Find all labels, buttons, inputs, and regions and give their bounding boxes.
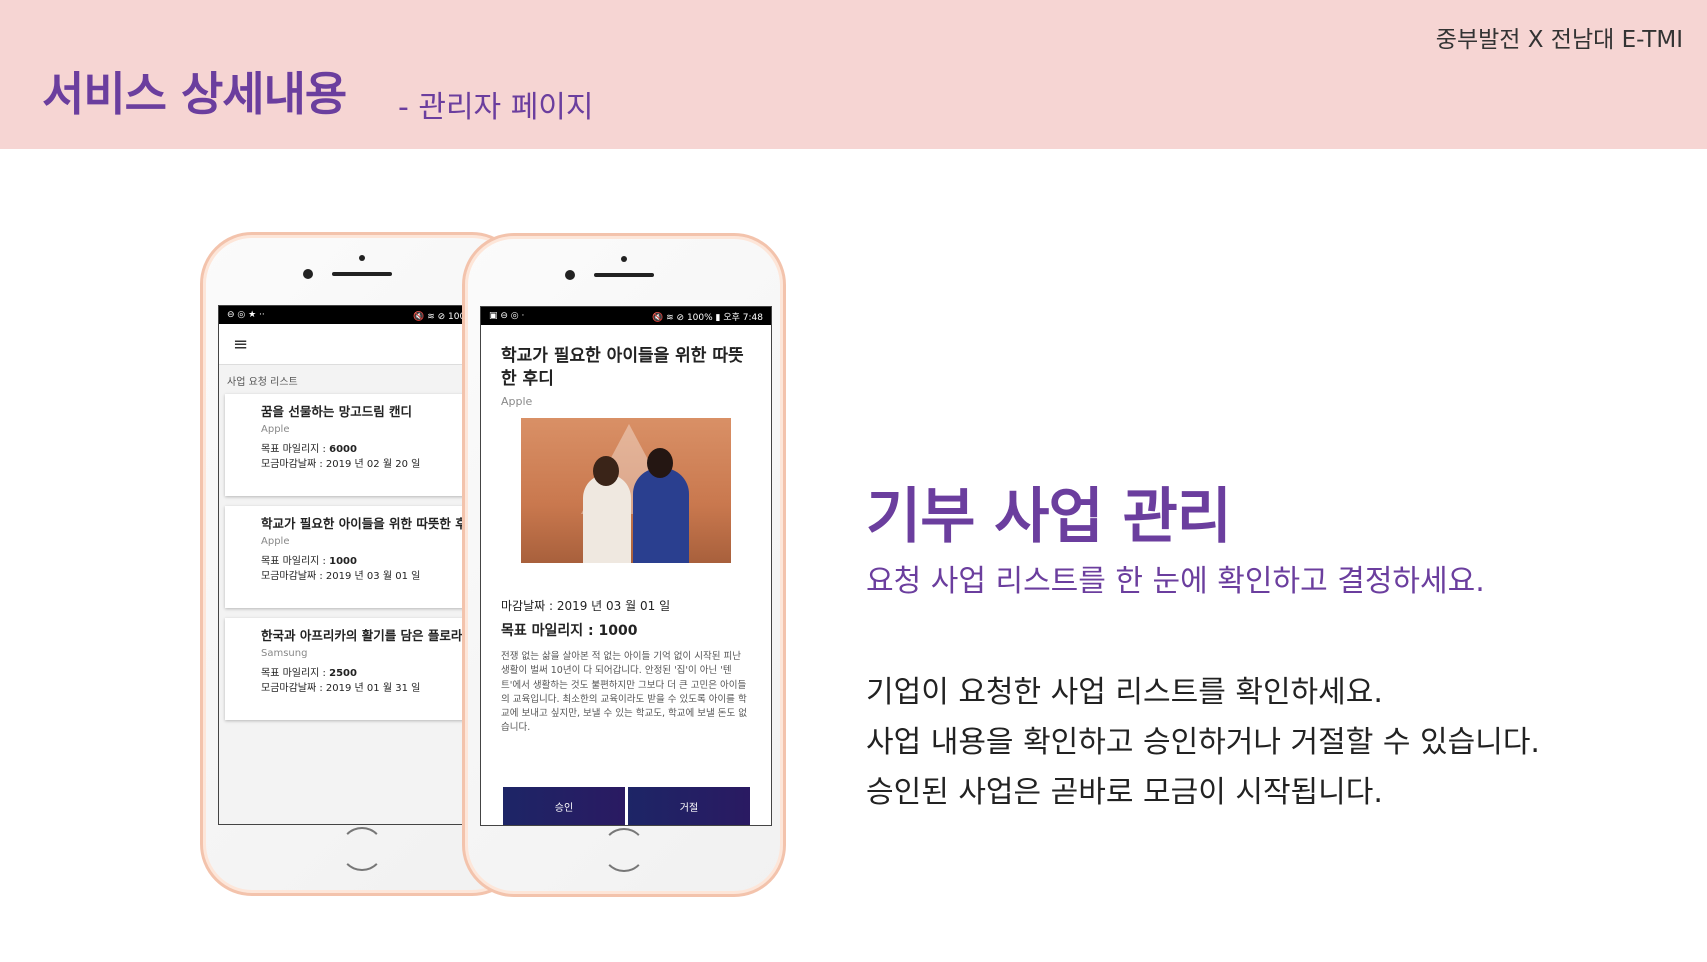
- page-subtitle: - 관리자 페이지: [398, 90, 594, 125]
- card-title: 학교가 필요한 아이들을 위한 따뜻한 후디: [261, 516, 479, 531]
- front-camera: [621, 256, 627, 262]
- approve-button[interactable]: 승인: [503, 787, 625, 825]
- detail-title: 학교가 필요한 아이들을 위한 따뜻한 후디: [501, 346, 744, 389]
- detail-brand: Apple: [501, 395, 533, 408]
- detail-goal: 목표 마일리지 : 1000: [501, 623, 638, 639]
- feature-line: 기업이 요청한 사업 리스트를 확인하세요.: [866, 675, 1383, 710]
- front-camera: [359, 255, 365, 261]
- card-goal: 목표 마일리지 : 1000: [261, 554, 491, 569]
- card-title: 꿈을 선물하는 망고드림 캔디: [261, 404, 413, 419]
- status-icons-right: 🔇 ≋ ⊘ 100% ▮ 오후 7:48: [652, 312, 763, 323]
- card-brand: Apple: [261, 536, 290, 547]
- reject-button[interactable]: 거절: [628, 787, 750, 825]
- action-buttons: 승인 거절: [503, 787, 750, 825]
- header-banner: 서비스 상세내용 - 관리자 페이지 중부발전 X 전남대 E-TMI: [0, 0, 1707, 149]
- earpiece-speaker: [332, 272, 392, 276]
- project-photo: [521, 418, 731, 563]
- goal-value: 1000: [329, 556, 357, 567]
- card-title: 한국과 아프리카의 활기를 담은 플로라백: [261, 628, 474, 643]
- card-deadline: 모금마감날짜 : 2019 년 03 월 01 일: [261, 571, 421, 582]
- earpiece-speaker: [594, 273, 654, 277]
- sensor: [303, 269, 313, 279]
- card-brand: Samsung: [261, 648, 308, 659]
- goal-label: 목표 마일리지 :: [261, 556, 330, 567]
- detail-screen: ▣ ⊖ ◎ · 🔇 ≋ ⊘ 100% ▮ 오후 7:48 학교가 필요한 아이들…: [480, 306, 772, 826]
- card-goal: 목표 마일리지 : 2500: [261, 666, 491, 681]
- card-deadline: 모금마감날짜 : 2019 년 02 월 20 일: [261, 459, 421, 470]
- goal-label: 목표 마일리지 :: [261, 668, 330, 679]
- sensor: [565, 270, 575, 280]
- feature-subtitle: 요청 사업 리스트를 한 눈에 확인하고 결정하세요.: [866, 564, 1485, 599]
- page-title: 서비스 상세내용: [42, 67, 347, 121]
- card-brand: Apple: [261, 424, 290, 435]
- goal-label: 목표 마일리지 :: [261, 444, 330, 455]
- feature-title: 기부 사업 관리: [866, 482, 1232, 552]
- card-goal: 목표 마일리지 : 6000: [261, 442, 491, 457]
- status-icons-left: ▣ ⊖ ◎ ·: [489, 311, 525, 321]
- feature-line: 사업 내용을 확인하고 승인하거나 거절할 수 있습니다.: [866, 725, 1540, 760]
- detail-deadline: 마감날짜 : 2019 년 03 월 01 일: [501, 599, 671, 613]
- person-graphic: [583, 474, 631, 563]
- hamburger-menu-icon[interactable]: ≡: [233, 334, 248, 355]
- person-head-graphic: [593, 456, 619, 486]
- feature-line: 승인된 사업은 곧바로 모금이 시작됩니다.: [866, 775, 1383, 810]
- partner-label: 중부발전 X 전남대 E-TMI: [1435, 27, 1683, 53]
- phone-detail-mockup: ▣ ⊖ ◎ · 🔇 ≋ ⊘ 100% ▮ 오후 7:48 학교가 필요한 아이들…: [462, 233, 786, 897]
- person-graphic: [633, 468, 689, 563]
- feature-description: 기업이 요청한 사업 리스트를 확인하세요. 사업 내용을 확인하고 승인하거나…: [866, 668, 1540, 818]
- home-button[interactable]: [340, 827, 384, 871]
- home-button[interactable]: [602, 828, 646, 872]
- status-icons-left: ⊖ ◎ ★ ··: [227, 310, 265, 320]
- detail-description: 전쟁 없는 삶을 살아본 적 없는 아이들 기억 없이 시작된 피난 생활이 벌…: [501, 651, 747, 734]
- card-deadline: 모금마감날짜 : 2019 년 01 월 31 일: [261, 683, 421, 694]
- person-head-graphic: [647, 448, 673, 478]
- goal-value: 2500: [329, 668, 357, 679]
- goal-value: 6000: [329, 444, 357, 455]
- status-bar: ▣ ⊖ ◎ · 🔇 ≋ ⊘ 100% ▮ 오후 7:48: [481, 307, 771, 325]
